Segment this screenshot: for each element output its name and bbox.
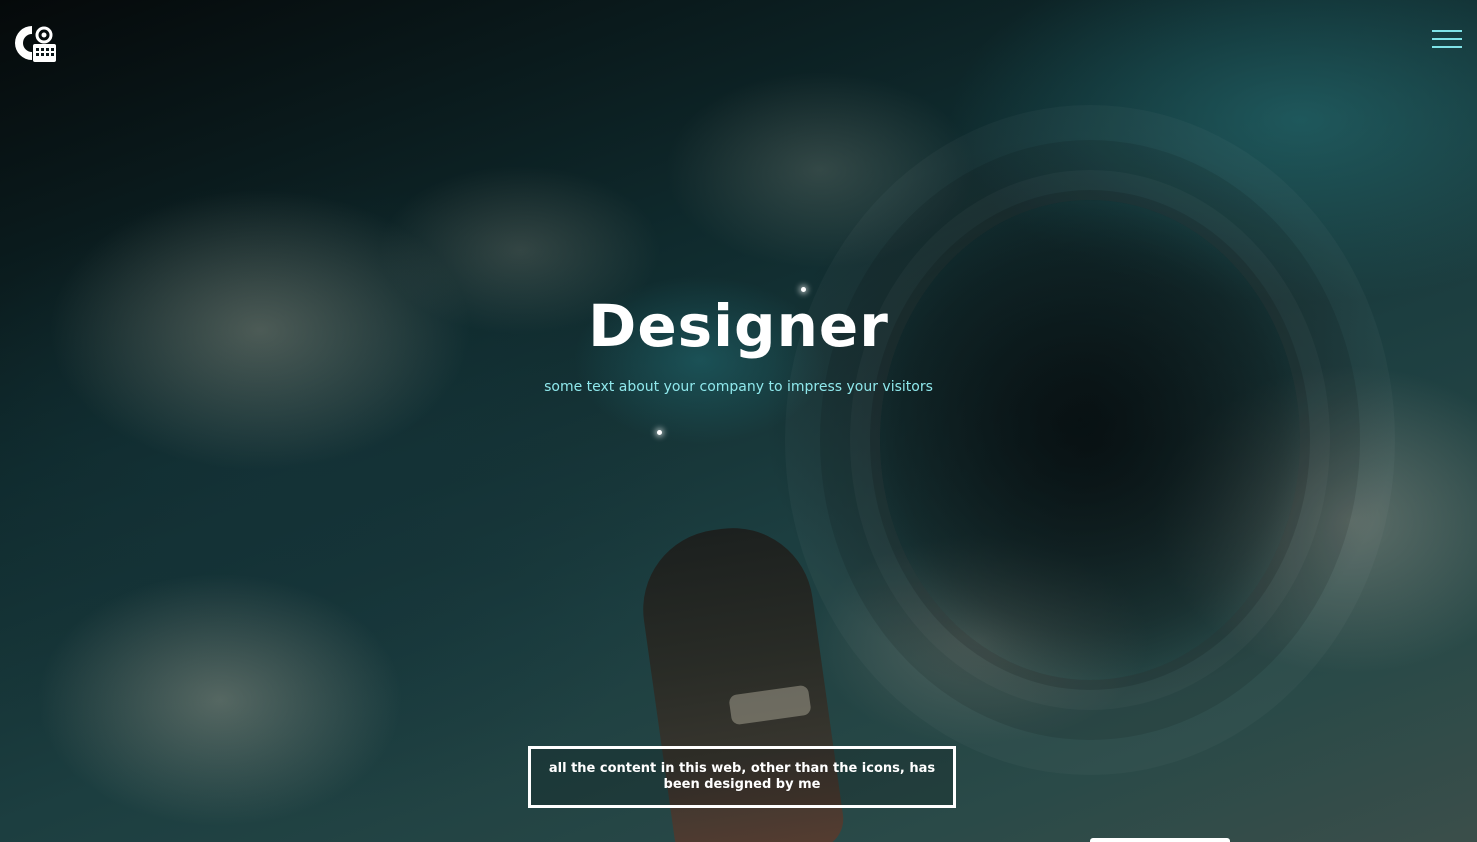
hero-section: Designer some text about your company to… xyxy=(0,0,1477,842)
credits-notice: all the content in this web, other than … xyxy=(528,746,956,808)
camera-calendar-logo-icon xyxy=(15,26,56,62)
sparkle-dot xyxy=(657,430,662,435)
hamburger-menu-icon-bar-top xyxy=(1432,30,1462,32)
background-ripple xyxy=(880,200,1300,680)
hamburger-menu-icon-bar-middle xyxy=(1432,38,1462,40)
hero-title: Designer xyxy=(588,292,889,360)
menu-button[interactable] xyxy=(1432,28,1464,52)
hamburger-menu-icon-bar-bottom xyxy=(1432,46,1462,48)
site-logo[interactable] xyxy=(14,22,58,64)
next-section-edge xyxy=(1090,838,1230,842)
hero-subtitle: some text about your company to impress … xyxy=(544,379,933,395)
